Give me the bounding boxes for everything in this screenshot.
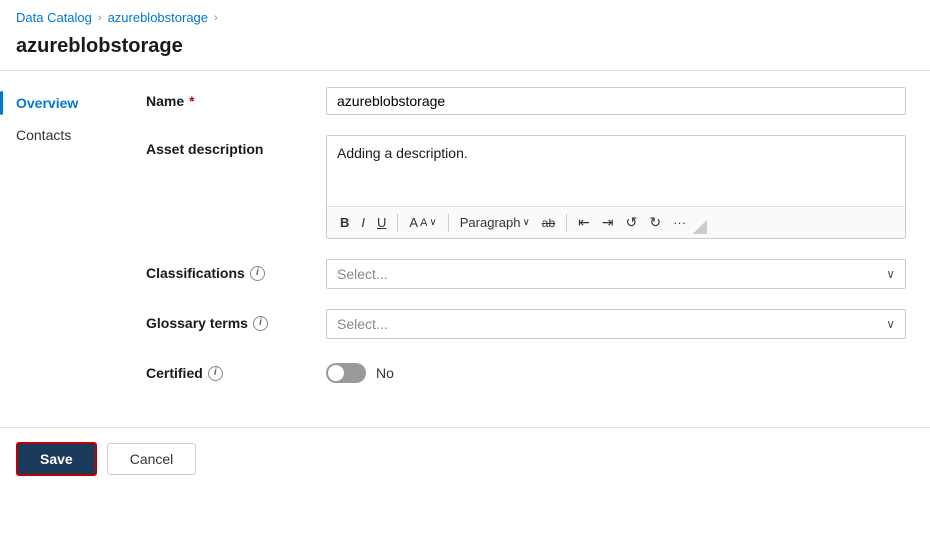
certified-toggle-knob bbox=[328, 365, 344, 381]
asset-description-input-area: Adding a description. B I U AA ∨ Pa bbox=[326, 135, 906, 239]
classifications-placeholder: Select... bbox=[337, 266, 388, 282]
classifications-select[interactable]: Select... ∨ bbox=[326, 259, 906, 289]
richtext-toolbar: B I U AA ∨ Paragraph ∨ bbox=[327, 206, 905, 238]
name-label: Name * bbox=[146, 87, 326, 109]
classifications-row: Classifications i Select... ∨ bbox=[146, 259, 906, 289]
classifications-info-icon: i bbox=[250, 266, 265, 281]
asset-description-row: Asset description Adding a description. … bbox=[146, 135, 906, 239]
main-layout: Overview Contacts Name * Asset descripti… bbox=[0, 71, 930, 419]
breadcrumb: Data Catalog › azureblobstorage › bbox=[0, 0, 930, 31]
footer-actions: Save Cancel bbox=[0, 428, 930, 490]
toolbar-indent-left-button[interactable]: ⇤ bbox=[573, 211, 595, 234]
save-button[interactable]: Save bbox=[16, 442, 97, 476]
glossary-terms-info-icon: i bbox=[253, 316, 268, 331]
breadcrumb-chevron-1: › bbox=[98, 12, 102, 24]
classifications-input-area: Select... ∨ bbox=[326, 259, 906, 289]
breadcrumb-data-catalog[interactable]: Data Catalog bbox=[16, 10, 92, 25]
certified-row: Certified i No bbox=[146, 359, 906, 383]
name-required: * bbox=[189, 93, 194, 109]
toolbar-sep-2 bbox=[448, 214, 449, 232]
font-size-chevron: ∨ bbox=[429, 217, 436, 228]
glossary-terms-placeholder: Select... bbox=[337, 316, 388, 332]
name-input[interactable] bbox=[326, 87, 906, 115]
glossary-terms-row: Glossary terms i Select... ∨ bbox=[146, 309, 906, 339]
toolbar-underline-button[interactable]: U bbox=[372, 212, 391, 233]
toolbar-strikethrough-button[interactable]: ab bbox=[537, 213, 560, 233]
name-input-area bbox=[326, 87, 906, 115]
sidebar-item-overview[interactable]: Overview bbox=[0, 87, 130, 119]
richtext-container: Adding a description. B I U AA ∨ Pa bbox=[326, 135, 906, 239]
toolbar-paragraph-button[interactable]: Paragraph ∨ bbox=[455, 212, 535, 233]
glossary-terms-chevron-icon: ∨ bbox=[886, 317, 895, 331]
sidebar-item-contacts[interactable]: Contacts bbox=[0, 119, 130, 151]
certified-toggle[interactable] bbox=[326, 363, 366, 383]
toolbar-sep-1 bbox=[397, 214, 398, 232]
glossary-terms-label: Glossary terms i bbox=[146, 309, 326, 331]
toolbar-sep-3 bbox=[566, 214, 567, 232]
toolbar-indent-right-button[interactable]: ⇥ bbox=[597, 211, 619, 234]
certified-label: Certified i bbox=[146, 359, 326, 381]
toolbar-more-button[interactable]: ··· bbox=[668, 212, 691, 233]
certified-toggle-wrapper: No bbox=[326, 359, 906, 383]
toolbar-bold-button[interactable]: B bbox=[335, 212, 354, 233]
resize-handle[interactable] bbox=[693, 220, 707, 234]
certified-info-icon: i bbox=[208, 366, 223, 381]
toolbar-italic-button[interactable]: I bbox=[356, 212, 370, 233]
cancel-button[interactable]: Cancel bbox=[107, 443, 197, 475]
certified-status-label: No bbox=[376, 365, 394, 381]
paragraph-chevron: ∨ bbox=[522, 217, 529, 228]
toolbar-undo-button[interactable]: ↺ bbox=[621, 211, 643, 234]
toolbar-redo-button[interactable]: ↻ bbox=[644, 211, 666, 234]
classifications-label: Classifications i bbox=[146, 259, 326, 281]
breadcrumb-chevron-2: › bbox=[214, 12, 218, 24]
sidebar: Overview Contacts bbox=[0, 71, 130, 419]
richtext-content[interactable]: Adding a description. bbox=[327, 136, 905, 206]
classifications-chevron-icon: ∨ bbox=[886, 267, 895, 281]
certified-input-area: No bbox=[326, 359, 906, 383]
form-content: Name * Asset description Adding a descri… bbox=[130, 71, 930, 419]
toolbar-font-size-button[interactable]: AA ∨ bbox=[404, 212, 441, 233]
name-row: Name * bbox=[146, 87, 906, 115]
page-title: azureblobstorage bbox=[0, 31, 930, 70]
breadcrumb-azureblobstorage[interactable]: azureblobstorage bbox=[108, 10, 208, 25]
glossary-terms-input-area: Select... ∨ bbox=[326, 309, 906, 339]
glossary-terms-select[interactable]: Select... ∨ bbox=[326, 309, 906, 339]
asset-description-label: Asset description bbox=[146, 135, 326, 157]
